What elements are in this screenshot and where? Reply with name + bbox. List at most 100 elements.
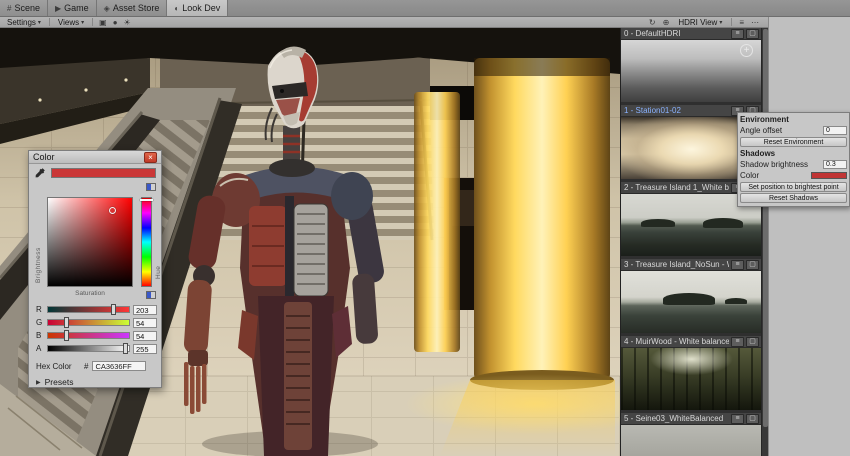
hdri-item-label: 4 - MuirWood - White balanced (624, 337, 729, 346)
rotate-icon[interactable]: ↻ (647, 18, 658, 27)
tab-scene[interactable]: # Scene (0, 0, 48, 16)
add-hdri-button[interactable]: + (740, 44, 753, 57)
island-silhouette (663, 293, 715, 305)
green-value-field[interactable]: 54 (133, 318, 157, 328)
hdri-view-label: HDRI View (678, 18, 717, 27)
more-icon[interactable]: ⋯ (749, 18, 761, 27)
set-position-button[interactable]: Set position to brightest point (740, 182, 847, 192)
color-boxes-icon[interactable] (146, 291, 156, 299)
scrollbar-track[interactable] (761, 28, 768, 456)
hdri-item-label-selected: 1 - Station01-02 (624, 106, 729, 115)
item-menu-button[interactable]: ≡ (731, 260, 744, 270)
game-tab-icon: ▶ (55, 4, 61, 13)
color-window-title: Color (33, 152, 55, 162)
inspector-panel (768, 17, 850, 456)
blue-slider-handle[interactable] (64, 330, 69, 341)
hdri-item-header[interactable]: 0 - DefaultHDRI ≡ ▢ (621, 28, 762, 40)
hex-color-field[interactable]: CA3636FF (92, 361, 146, 371)
red-slider-row: R 203 (36, 303, 157, 316)
color-preview-row (29, 164, 161, 179)
angle-offset-label: Angle offset (740, 126, 821, 135)
hdri-thumbnail[interactable] (621, 348, 762, 410)
blue-slider[interactable] (47, 332, 130, 339)
island-silhouette (703, 218, 743, 228)
settings-dropdown[interactable]: Settings ▾ (3, 17, 45, 27)
color-window-titlebar[interactable]: Color × (29, 151, 161, 164)
reset-shadows-button[interactable]: Reset Shadows (740, 193, 847, 203)
toolbar-divider (731, 18, 732, 26)
tab-asset-store[interactable]: ◈ Asset Store (97, 0, 168, 16)
close-icon[interactable]: × (144, 152, 157, 163)
shadow-color-label: Color (740, 171, 809, 180)
settings-label: Settings (7, 18, 36, 27)
alpha-slider[interactable] (47, 345, 130, 352)
hdri-thumbnail[interactable] (621, 271, 762, 333)
hue-marker[interactable] (140, 199, 153, 201)
sphere-icon[interactable]: ● (111, 18, 120, 27)
hdri-item-0: 0 - DefaultHDRI ≡ ▢ + (621, 28, 762, 102)
shadow-brightness-field[interactable]: 0.3 (823, 160, 847, 169)
presets-label: Presets (45, 377, 74, 387)
alpha-value-field[interactable]: 255 (133, 344, 157, 354)
green-slider[interactable] (47, 319, 130, 326)
hdri-thumbnail[interactable]: + (621, 40, 762, 102)
hash-prefix: # (84, 362, 88, 371)
scene-tab-icon: # (7, 4, 11, 13)
green-slider-handle[interactable] (64, 317, 69, 328)
item-menu-button[interactable]: ≡ (731, 414, 744, 424)
alpha-channel-label: A (36, 344, 44, 353)
green-channel-label: G (36, 318, 44, 327)
tab-look-dev[interactable]: ◐ Look Dev (167, 0, 228, 16)
hex-color-label: Hex Color (36, 362, 80, 371)
item-menu-button[interactable]: ≡ (731, 337, 744, 347)
foldout-arrow-icon: ▶ (36, 379, 41, 386)
alpha-slider-row: A 255 (36, 342, 157, 355)
toolbar-divider (92, 18, 93, 26)
hdri-item-header[interactable]: 5 - Seine03_WhiteBalanced ≡ ▢ (621, 413, 762, 425)
green-slider-row: G 54 (36, 316, 157, 329)
red-slider-handle[interactable] (111, 304, 116, 315)
toolbar-divider (49, 18, 50, 26)
shadow-color-swatch[interactable] (811, 172, 847, 179)
tab-game-label: Game (64, 3, 89, 13)
tab-game[interactable]: ▶ Game (48, 0, 97, 16)
reset-environment-button[interactable]: Reset Environment (740, 137, 847, 147)
hdri-item-4: 4 - MuirWood - White balanced ≡ ▢ (621, 336, 762, 410)
hdri-item-label: 3 - Treasure Island_NoSun - Whit (624, 260, 729, 269)
alpha-slider-handle[interactable] (123, 343, 128, 354)
hue-strip[interactable] (141, 197, 152, 287)
color-picker-window: Color × Brightness Hue Saturation R 203 … (28, 150, 162, 388)
views-dropdown[interactable]: Views ▾ (54, 17, 88, 27)
sv-picker-marker[interactable] (109, 207, 116, 214)
hdri-item-header[interactable]: 3 - Treasure Island_NoSun - Whit ≡ ▢ (621, 259, 762, 271)
hdri-thumbnail[interactable] (621, 425, 762, 456)
saturation-value-box[interactable] (47, 197, 133, 287)
chevron-down-icon: ▾ (719, 19, 722, 26)
angle-offset-field[interactable]: 0 (823, 126, 847, 135)
chevron-down-icon: ▾ (81, 19, 84, 26)
island-silhouette (725, 298, 747, 304)
menu-icon[interactable]: ≡ (737, 18, 746, 27)
saturation-axis-label: Saturation (47, 290, 133, 297)
red-value-field[interactable]: 203 (133, 305, 157, 315)
target-icon[interactable]: ⊕ (661, 18, 672, 27)
item-frame-button[interactable]: ▢ (746, 337, 759, 347)
item-frame-button[interactable]: ▢ (746, 414, 759, 424)
rgba-sliders: R 203 G 54 B 54 A 255 (36, 303, 157, 355)
tab-scene-label: Scene (14, 3, 40, 13)
eyedropper-icon[interactable] (34, 167, 46, 179)
red-slider[interactable] (47, 306, 130, 313)
hdri-view-dropdown[interactable]: HDRI View ▾ (674, 17, 726, 27)
item-frame-button[interactable]: ▢ (746, 29, 759, 39)
blue-channel-label: B (36, 331, 44, 340)
camera-icon[interactable]: ▣ (97, 18, 109, 27)
color-boxes-icon[interactable] (146, 183, 156, 191)
lookdev-toolbar: Settings ▾ Views ▾ ▣ ● ☀ ↻ ⊕ HDRI View ▾… (0, 17, 768, 28)
presets-foldout[interactable]: ▶ Presets (36, 377, 73, 387)
item-menu-button[interactable]: ≡ (731, 29, 744, 39)
blue-value-field[interactable]: 54 (133, 331, 157, 341)
hdri-item-header[interactable]: 4 - MuirWood - White balanced ≡ ▢ (621, 336, 762, 348)
hdri-item-label: 5 - Seine03_WhiteBalanced (624, 414, 729, 423)
sun-icon[interactable]: ☀ (122, 18, 133, 27)
item-frame-button[interactable]: ▢ (746, 260, 759, 270)
